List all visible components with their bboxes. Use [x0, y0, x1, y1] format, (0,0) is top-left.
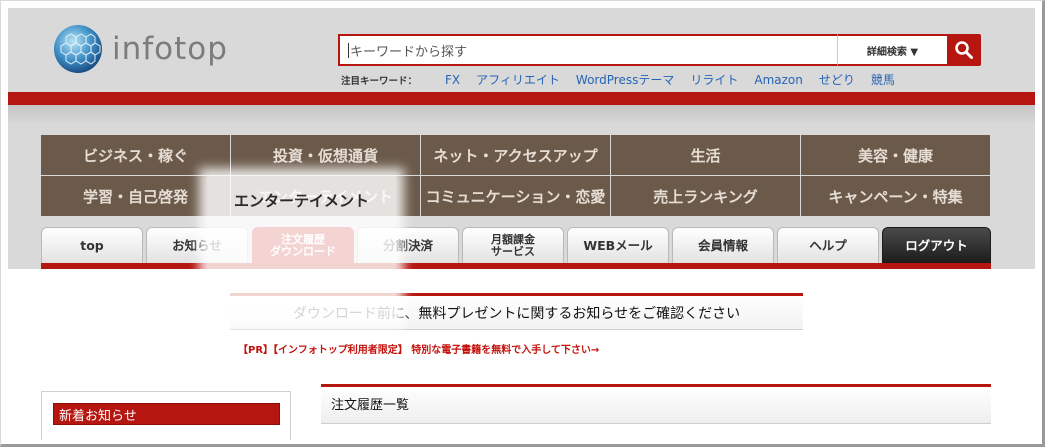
member-tabs: top お知らせ 注文履歴 ダウンロード 分割決済 月額課金 サービス WEBメ…	[41, 227, 991, 269]
order-history-title: 注文履歴一覧	[331, 398, 410, 413]
search-input[interactable]: キーワードから探す	[338, 34, 838, 66]
tab-order-history-label: 注文履歴 ダウンロード	[270, 234, 336, 257]
category-communication[interactable]: コミュニケーション・恋愛	[421, 176, 610, 216]
tab-monthly-billing[interactable]: 月額課金 サービス	[462, 227, 564, 263]
category-nav: ビジネス・稼ぐ 投資・仮想通貨 ネット・アクセスアップ 生活 美容・健康 学習・…	[41, 135, 991, 217]
pr-link[interactable]: 【PR】【インフォトップ利用者限定】 特別な電子書籍を無料で入手して下さい→	[238, 341, 599, 356]
category-net-access[interactable]: ネット・アクセスアップ	[421, 135, 610, 175]
tab-webmail[interactable]: WEBメール	[567, 227, 669, 263]
order-history-panel: 注文履歴一覧	[321, 384, 991, 424]
tab-member-info[interactable]: 会員情報	[672, 227, 774, 263]
keyword-link[interactable]: Amazon	[754, 73, 803, 87]
download-notice: ダウンロード前に、無料プレゼントに関するお知らせをご確認ください	[230, 293, 803, 330]
tab-label-line: 注文履歴	[281, 232, 325, 246]
keyword-link[interactable]: 競馬	[871, 71, 895, 88]
detail-search-dropdown[interactable]: 詳細検索 ▼	[838, 34, 947, 66]
tab-label-line: サービス	[491, 244, 535, 258]
search-button[interactable]	[947, 34, 981, 66]
tab-label-line: 月額課金	[491, 232, 535, 246]
news-panel: 新着お知らせ	[41, 391, 291, 440]
page: infotop キーワードから探す 詳細検索 ▼ 注目キーワード： FX アフィ…	[8, 8, 1035, 440]
text-caret	[348, 42, 349, 58]
category-learning[interactable]: 学習・自己啓発	[41, 176, 230, 216]
logo-text: infotop	[112, 31, 228, 67]
keyword-link[interactable]: せどり	[819, 71, 855, 88]
keyword-link[interactable]: WordPressテーマ	[576, 71, 674, 88]
tab-help[interactable]: ヘルプ	[777, 227, 879, 263]
tab-monthly-billing-label: 月額課金 サービス	[491, 234, 535, 257]
main-content: ダウンロード前に、無料プレゼントに関するお知らせをご確認ください 【PR】【イン…	[8, 269, 1035, 440]
header-shadow-band	[8, 105, 1035, 125]
keywords-label: 注目キーワード：	[341, 75, 418, 87]
site-header: infotop キーワードから探す 詳細検索 ▼ 注目キーワード： FX アフィ…	[8, 8, 1035, 92]
tab-installment[interactable]: 分割決済	[357, 227, 459, 263]
category-entertainment[interactable]: エンターテイメント	[231, 176, 420, 216]
keyword-link[interactable]: FX	[445, 73, 460, 87]
featured-keywords: 注目キーワード： FX アフィリエイト WordPressテーマ リライト Am…	[341, 71, 911, 88]
category-life[interactable]: 生活	[611, 135, 800, 175]
category-investment[interactable]: 投資・仮想通貨	[231, 135, 420, 175]
logo-globe-icon	[54, 25, 102, 73]
news-title: 新着お知らせ	[53, 403, 280, 425]
search-bar: キーワードから探す 詳細検索 ▼	[338, 34, 981, 66]
tab-top[interactable]: top	[41, 227, 143, 263]
logo[interactable]: infotop	[52, 22, 228, 76]
category-campaign[interactable]: キャンペーン・特集	[801, 176, 990, 216]
tab-order-history[interactable]: 注文履歴 ダウンロード	[252, 227, 354, 263]
search-placeholder: キーワードから探す	[350, 44, 468, 60]
tab-label-line: ダウンロード	[270, 244, 336, 258]
category-beauty-health[interactable]: 美容・健康	[801, 135, 990, 175]
search-icon	[955, 41, 973, 59]
keyword-link[interactable]: リライト	[690, 71, 738, 88]
tab-notice[interactable]: お知らせ	[146, 227, 248, 263]
category-sales-ranking[interactable]: 売上ランキング	[611, 176, 800, 216]
category-business[interactable]: ビジネス・稼ぐ	[41, 135, 230, 175]
header-red-band	[8, 92, 1035, 105]
keyword-link[interactable]: アフィリエイト	[476, 71, 560, 88]
logout-button[interactable]: ログアウト	[882, 227, 991, 263]
